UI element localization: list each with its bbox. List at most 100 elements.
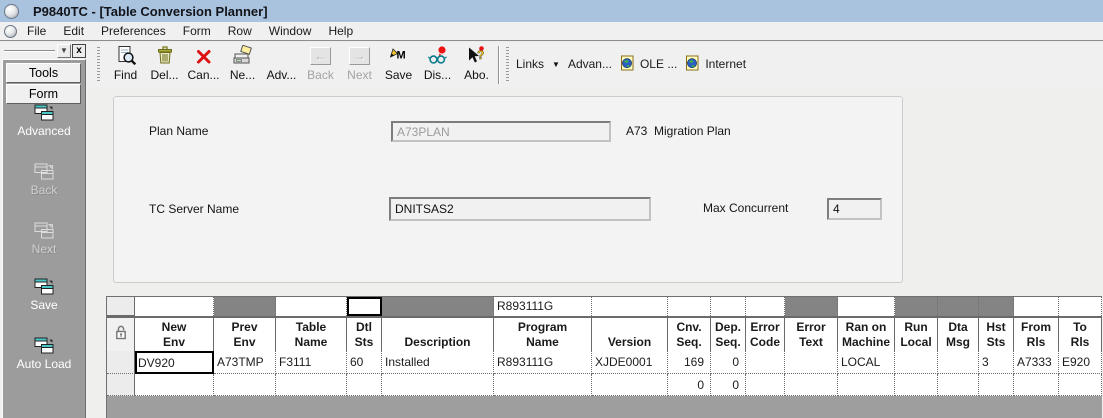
cell-description[interactable]: Installed bbox=[382, 351, 494, 374]
cell-prev-env[interactable]: A73TMP bbox=[214, 351, 276, 374]
header-error-text[interactable]: Error Text bbox=[785, 318, 838, 351]
header-dep-seq[interactable]: Dep. Seq. bbox=[711, 318, 746, 351]
menu-window[interactable]: Window bbox=[269, 24, 312, 38]
menu-help[interactable]: Help bbox=[328, 24, 353, 38]
header-ran-on-machine[interactable]: Ran on Machine bbox=[838, 318, 895, 351]
header-error-code[interactable]: Error Code bbox=[746, 318, 785, 351]
cell-new-env[interactable]: DV920 bbox=[135, 351, 214, 374]
qbe-from-rls[interactable] bbox=[1014, 297, 1059, 316]
grid-corner-cell[interactable] bbox=[107, 318, 135, 351]
header-from-rls[interactable]: From Rls bbox=[1014, 318, 1059, 351]
link-advanced-link[interactable]: Advan... bbox=[568, 57, 612, 71]
sidebar-item-save[interactable]: Save bbox=[3, 278, 85, 312]
header-dtl-sts[interactable]: Dtl Sts bbox=[347, 318, 382, 351]
tab-tools[interactable]: Tools bbox=[6, 63, 81, 83]
cell-to-rls[interactable] bbox=[1059, 374, 1102, 396]
find-button[interactable]: Find bbox=[106, 42, 145, 86]
cell-version[interactable] bbox=[592, 374, 668, 396]
cell-run-local[interactable] bbox=[895, 351, 938, 374]
header-version[interactable]: Version bbox=[592, 318, 668, 351]
plan-name-input[interactable] bbox=[391, 121, 611, 142]
sidebar-item-advanced[interactable]: Advanced bbox=[3, 104, 85, 138]
cell-table-name[interactable]: F3111 bbox=[276, 351, 347, 374]
new-button[interactable]: Ne... bbox=[223, 42, 262, 86]
cell-dta-msg[interactable] bbox=[938, 351, 979, 374]
cell-run-local[interactable] bbox=[895, 374, 938, 396]
delete-button[interactable]: Del... bbox=[145, 42, 184, 86]
save-button[interactable]: M Save bbox=[379, 42, 418, 86]
cell-hst-sts[interactable] bbox=[979, 374, 1014, 396]
qbe-new-env[interactable] bbox=[135, 297, 214, 316]
about-button[interactable]: ? Abo. bbox=[457, 42, 496, 86]
cell-new-env[interactable] bbox=[135, 374, 214, 396]
display-button[interactable]: Dis... bbox=[418, 42, 457, 86]
header-cnv-seq[interactable]: Cnv. Seq. bbox=[668, 318, 711, 351]
sidebar-close-button[interactable]: x bbox=[72, 44, 86, 58]
header-program-name[interactable]: Program Name bbox=[494, 318, 592, 351]
links-toolbar-gripper[interactable] bbox=[506, 47, 509, 81]
cell-dep-seq[interactable]: 0 bbox=[711, 374, 746, 396]
tab-form[interactable]: Form bbox=[6, 84, 81, 104]
cell-description[interactable] bbox=[382, 374, 494, 396]
menu-edit[interactable]: Edit bbox=[63, 24, 84, 38]
cell-dep-seq[interactable]: 0 bbox=[711, 351, 746, 374]
child-window-icon[interactable] bbox=[4, 24, 17, 38]
qbe-to-rls[interactable] bbox=[1059, 297, 1102, 316]
header-hst-sts[interactable]: Hst Sts bbox=[979, 318, 1014, 351]
menu-file[interactable]: File bbox=[27, 24, 46, 38]
qbe-program-name[interactable]: R893111G bbox=[494, 297, 592, 316]
cell-table-name[interactable] bbox=[276, 374, 347, 396]
cell-program-name[interactable] bbox=[494, 374, 592, 396]
link-ole[interactable]: OLE ... bbox=[620, 55, 677, 74]
cell-cnv-seq[interactable]: 169 bbox=[668, 351, 711, 374]
cell-dtl-sts[interactable] bbox=[347, 374, 382, 396]
row-selector[interactable] bbox=[107, 351, 135, 374]
header-run-local[interactable]: Run Local bbox=[895, 318, 938, 351]
sidebar-gripper[interactable] bbox=[4, 50, 55, 52]
cell-error-code[interactable] bbox=[746, 351, 785, 374]
toolbar-gripper[interactable] bbox=[97, 47, 100, 81]
qbe-version[interactable] bbox=[592, 297, 668, 316]
qbe-cnv-seq[interactable] bbox=[668, 297, 711, 316]
cell-program-name[interactable]: R893111G bbox=[494, 351, 592, 374]
qbe-dtl-sts[interactable] bbox=[347, 297, 382, 316]
cell-from-rls[interactable]: A7333 bbox=[1014, 351, 1059, 374]
links-caret-icon[interactable]: ▼ bbox=[552, 60, 560, 69]
qbe-table-name[interactable] bbox=[276, 297, 347, 316]
links-label[interactable]: Links bbox=[516, 57, 544, 71]
cell-version[interactable]: XJDE0001 bbox=[592, 351, 668, 374]
max-concurrent-input[interactable] bbox=[827, 198, 882, 220]
sidebar-item-auto-load[interactable]: Auto Load bbox=[3, 337, 85, 371]
qbe-row-selector[interactable] bbox=[107, 297, 135, 316]
qbe-ran-on-machine[interactable] bbox=[838, 297, 895, 316]
menu-form[interactable]: Form bbox=[183, 24, 211, 38]
cell-ran-on-machine[interactable] bbox=[838, 374, 895, 396]
header-dta-msg[interactable]: Dta Msg bbox=[938, 318, 979, 351]
row-selector[interactable] bbox=[107, 374, 135, 396]
header-prev-env[interactable]: Prev Env bbox=[214, 318, 276, 351]
cell-error-text[interactable] bbox=[785, 374, 838, 396]
cell-ran-on-machine[interactable]: LOCAL bbox=[838, 351, 895, 374]
cell-hst-sts[interactable]: 3 bbox=[979, 351, 1014, 374]
qbe-dep-seq[interactable] bbox=[711, 297, 746, 316]
header-table-name[interactable]: Table Name bbox=[276, 318, 347, 351]
cancel-button[interactable]: Can... bbox=[184, 42, 223, 86]
cell-to-rls[interactable]: E920 bbox=[1059, 351, 1102, 374]
cell-error-text[interactable] bbox=[785, 351, 838, 374]
cell-dtl-sts[interactable]: 60 bbox=[347, 351, 382, 374]
advanced-button[interactable]: Adv... bbox=[262, 42, 301, 86]
menu-preferences[interactable]: Preferences bbox=[101, 24, 166, 38]
header-to-rls[interactable]: To Rls bbox=[1059, 318, 1102, 351]
menu-row[interactable]: Row bbox=[228, 24, 252, 38]
cell-from-rls[interactable] bbox=[1014, 374, 1059, 396]
cell-error-code[interactable] bbox=[746, 374, 785, 396]
qbe-error-code[interactable] bbox=[746, 297, 785, 316]
link-internet[interactable]: Internet bbox=[685, 55, 746, 74]
header-description[interactable]: Description bbox=[382, 318, 494, 351]
sidebar-dropdown-button[interactable]: ▼ bbox=[57, 44, 71, 58]
cell-dta-msg[interactable] bbox=[938, 374, 979, 396]
cell-prev-env[interactable] bbox=[214, 374, 276, 396]
header-new-env[interactable]: New Env bbox=[135, 318, 214, 351]
cell-cnv-seq[interactable]: 0 bbox=[668, 374, 711, 396]
tc-server-name-input[interactable] bbox=[389, 197, 651, 221]
